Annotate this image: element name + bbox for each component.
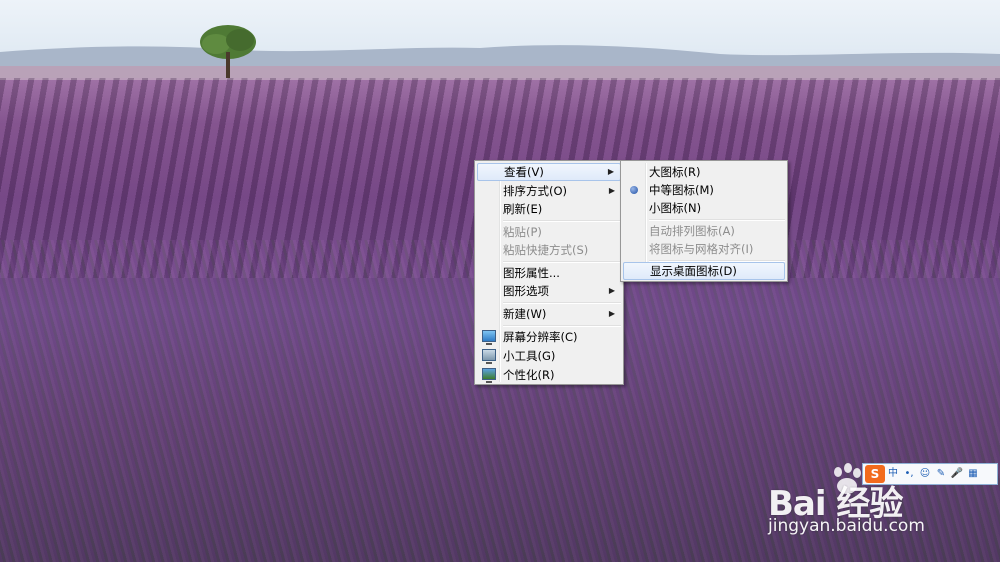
menu-item-paste-label: 粘贴(P): [503, 225, 542, 239]
menu-item-sort-by[interactable]: 排序方式(O) ▶: [477, 182, 621, 200]
submenu-item-align-to-grid[interactable]: 将图标与网格对齐(I): [623, 240, 785, 258]
gadgets-icon: [482, 349, 496, 364]
lone-tree: [200, 25, 256, 78]
radio-selected-icon: [630, 186, 638, 194]
view-submenu: 大图标(R) 中等图标(M) 小图标(N) 自动排列图标(A) 将图标与网格对齐…: [620, 160, 788, 282]
menu-item-graphics-properties-label: 图形属性...: [503, 266, 560, 280]
submenu-item-show-desktop-icons[interactable]: 显示桌面图标(D): [623, 262, 785, 280]
submenu-item-align-to-grid-label: 将图标与网格对齐(I): [649, 242, 754, 256]
menu-item-new-label: 新建(W): [503, 307, 547, 321]
submenu-arrow-icon: ▶: [607, 167, 614, 176]
submenu-item-small-icons-label: 小图标(N): [649, 201, 702, 215]
menu-item-personalize-label: 个性化(R): [503, 368, 555, 382]
menu-item-gadgets[interactable]: 小工具(G): [477, 347, 621, 365]
menu-item-paste-shortcut[interactable]: 粘贴快捷方式(S): [477, 241, 621, 259]
baidu-jingyan-watermark: Bai 经验 jingyan.baidu.com: [768, 463, 998, 546]
personalize-icon: [482, 368, 496, 383]
menu-item-new[interactable]: 新建(W) ▶: [477, 305, 621, 323]
submenu-item-auto-arrange[interactable]: 自动排列图标(A): [623, 222, 785, 240]
menu-item-personalize[interactable]: 个性化(R): [477, 366, 621, 384]
menu-separator: [503, 325, 621, 327]
display-icon: [482, 330, 496, 345]
watermark-url: jingyan.baidu.com: [768, 516, 925, 536]
submenu-arrow-icon: ▶: [608, 186, 615, 195]
menu-item-view-label: 查看(V): [504, 165, 544, 179]
menu-separator: [503, 261, 621, 263]
menu-separator: [503, 302, 621, 304]
menu-item-graphics-properties[interactable]: 图形属性...: [477, 264, 621, 282]
submenu-item-medium-icons-label: 中等图标(M): [649, 183, 714, 197]
menu-item-view[interactable]: 查看(V) ▶: [477, 163, 621, 181]
menu-item-graphics-options-label: 图形选项: [503, 284, 549, 298]
menu-item-sort-by-label: 排序方式(O): [503, 184, 568, 198]
menu-item-paste-shortcut-label: 粘贴快捷方式(S): [503, 243, 589, 257]
menu-item-gadgets-label: 小工具(G): [503, 349, 556, 363]
submenu-arrow-icon: ▶: [608, 309, 615, 318]
menu-separator: [649, 219, 785, 221]
menu-item-screen-resolution-label: 屏幕分辨率(C): [503, 330, 578, 344]
menu-separator: [503, 220, 621, 222]
submenu-item-auto-arrange-label: 自动排列图标(A): [649, 224, 735, 238]
menu-item-graphics-options[interactable]: 图形选项 ▶: [477, 282, 621, 300]
submenu-item-small-icons[interactable]: 小图标(N): [623, 199, 785, 217]
desktop-context-menu: 查看(V) ▶ 排序方式(O) ▶ 刷新(E) 粘贴(P) 粘贴快捷方式(S) …: [474, 160, 624, 385]
submenu-item-large-icons-label: 大图标(R): [649, 165, 701, 179]
menu-item-screen-resolution[interactable]: 屏幕分辨率(C): [477, 328, 621, 346]
menu-item-refresh-label: 刷新(E): [503, 202, 543, 216]
wallpaper-hills: [0, 45, 1000, 80]
submenu-arrow-icon: ▶: [608, 286, 615, 295]
menu-item-paste[interactable]: 粘贴(P): [477, 223, 621, 241]
submenu-item-large-icons[interactable]: 大图标(R): [623, 163, 785, 181]
submenu-item-medium-icons[interactable]: 中等图标(M): [623, 181, 785, 199]
submenu-item-show-desktop-icons-label: 显示桌面图标(D): [650, 264, 737, 278]
menu-item-refresh[interactable]: 刷新(E): [477, 200, 621, 218]
